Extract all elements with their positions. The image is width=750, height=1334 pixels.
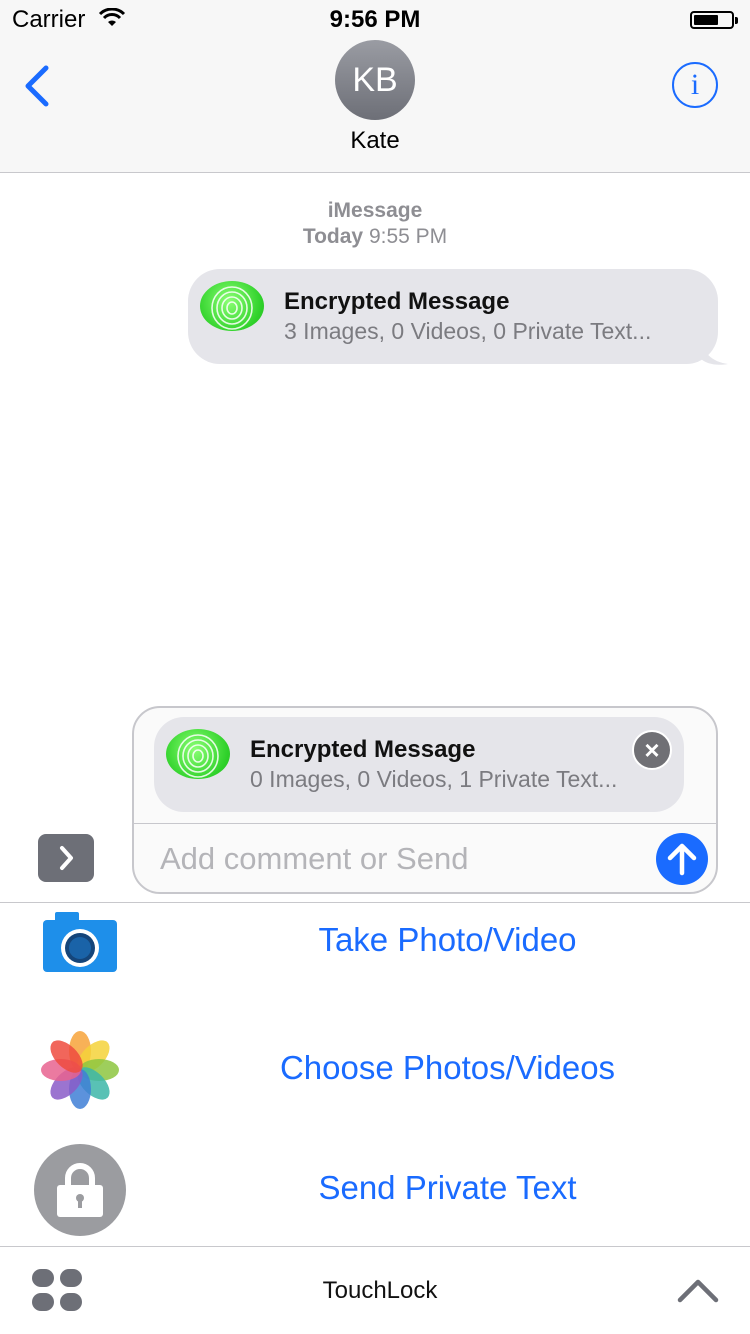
take-photo-video-button[interactable]: Take Photo/Video	[150, 921, 745, 959]
bottom-bar-divider	[0, 1246, 750, 1247]
timestamp-day: Today	[302, 225, 364, 248]
service-label: iMessage	[327, 199, 423, 222]
contact-avatar[interactable]: KB	[335, 40, 415, 120]
arrow-up-icon	[667, 843, 697, 876]
message-subtitle: 3 Images, 0 Videos, 0 Private Text...	[284, 318, 652, 344]
send-button[interactable]	[656, 833, 708, 885]
attachment-subtitle: 0 Images, 0 Videos, 1 Private Text...	[250, 766, 618, 792]
info-button[interactable]: i	[672, 62, 718, 108]
fingerprint-icon	[166, 729, 230, 779]
message-timestamp: Today 9:55 PM	[0, 225, 750, 249]
encrypted-message-bubble[interactable]: Encrypted Message 3 Images, 0 Videos, 0 …	[188, 269, 718, 364]
choose-photos-videos-button[interactable]: Choose Photos/Videos	[150, 1049, 745, 1087]
chevron-up-icon[interactable]	[676, 1276, 720, 1304]
message-title: Encrypted Message	[284, 288, 510, 315]
comment-input[interactable]	[160, 838, 640, 880]
timestamp-time: 9:55 PM	[368, 225, 448, 248]
status-time: 9:56 PM	[329, 6, 421, 33]
lock-icon[interactable]	[34, 1144, 126, 1236]
app-name-label: TouchLock	[322, 1277, 438, 1304]
panel-divider	[0, 902, 750, 903]
chevron-right-icon	[60, 846, 73, 870]
compose-divider	[134, 823, 716, 824]
send-private-text-button[interactable]: Send Private Text	[150, 1169, 745, 1207]
camera-icon[interactable]	[43, 912, 117, 972]
contact-name[interactable]: Kate	[0, 127, 750, 155]
fingerprint-icon	[200, 281, 264, 331]
battery-icon	[690, 11, 738, 29]
attachment-preview[interactable]: Encrypted Message 0 Images, 0 Videos, 1 …	[154, 717, 684, 812]
attachment-title: Encrypted Message	[250, 736, 476, 763]
expand-apps-button[interactable]	[38, 834, 94, 882]
back-chevron-icon[interactable]	[20, 62, 60, 110]
photos-icon[interactable]	[40, 1030, 120, 1110]
remove-attachment-button[interactable]: ×	[632, 730, 672, 770]
close-icon: ×	[644, 734, 660, 765]
